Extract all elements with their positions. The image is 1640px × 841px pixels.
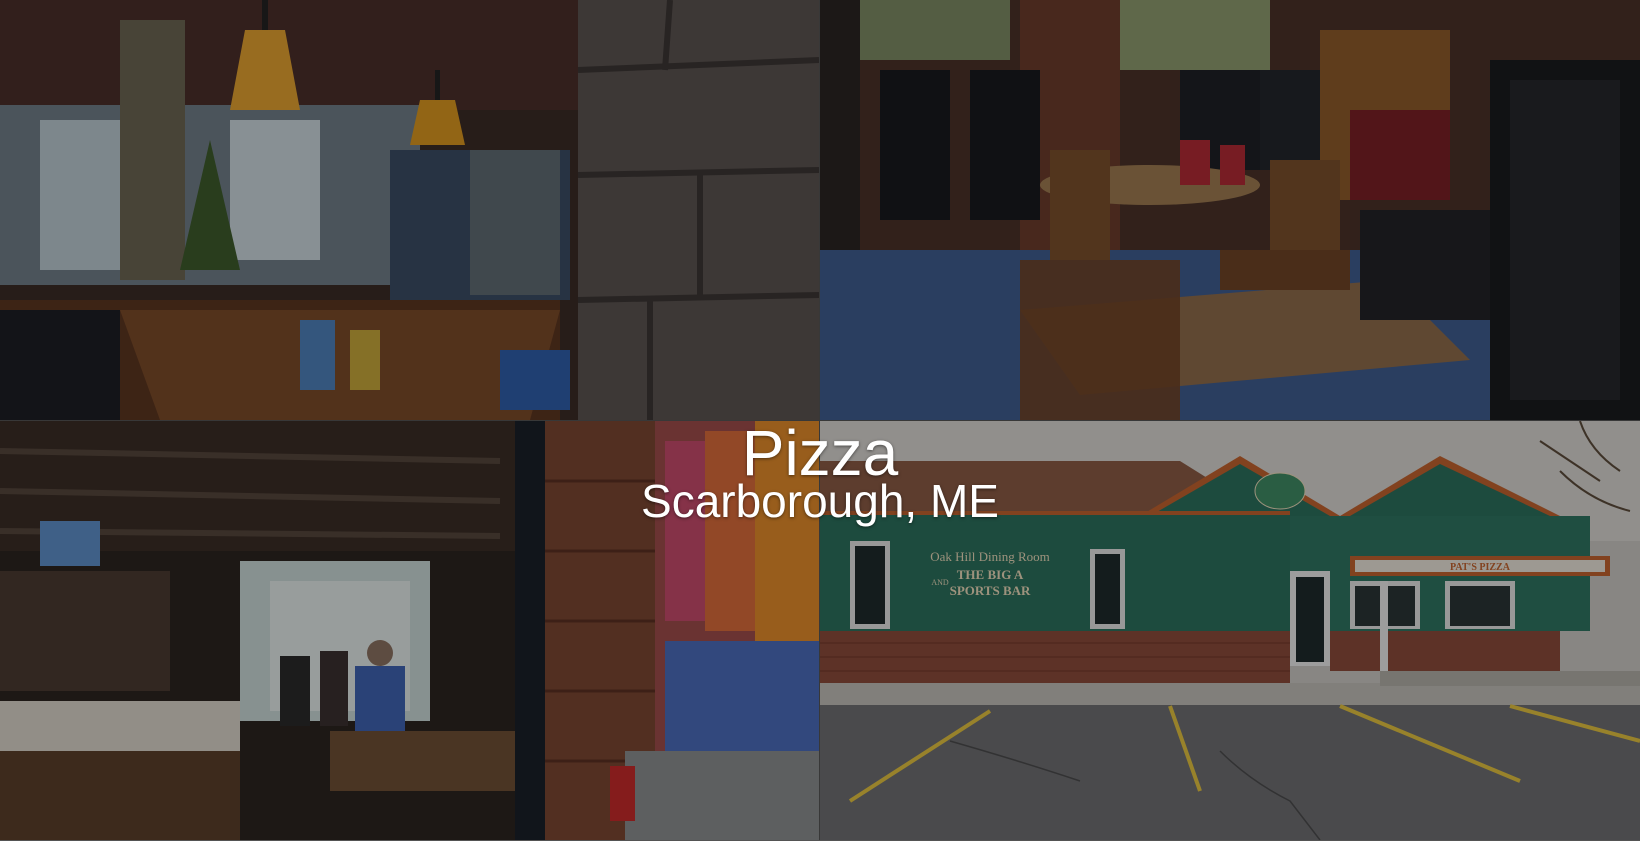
location-subtitle: Scarborough, ME (641, 475, 999, 527)
